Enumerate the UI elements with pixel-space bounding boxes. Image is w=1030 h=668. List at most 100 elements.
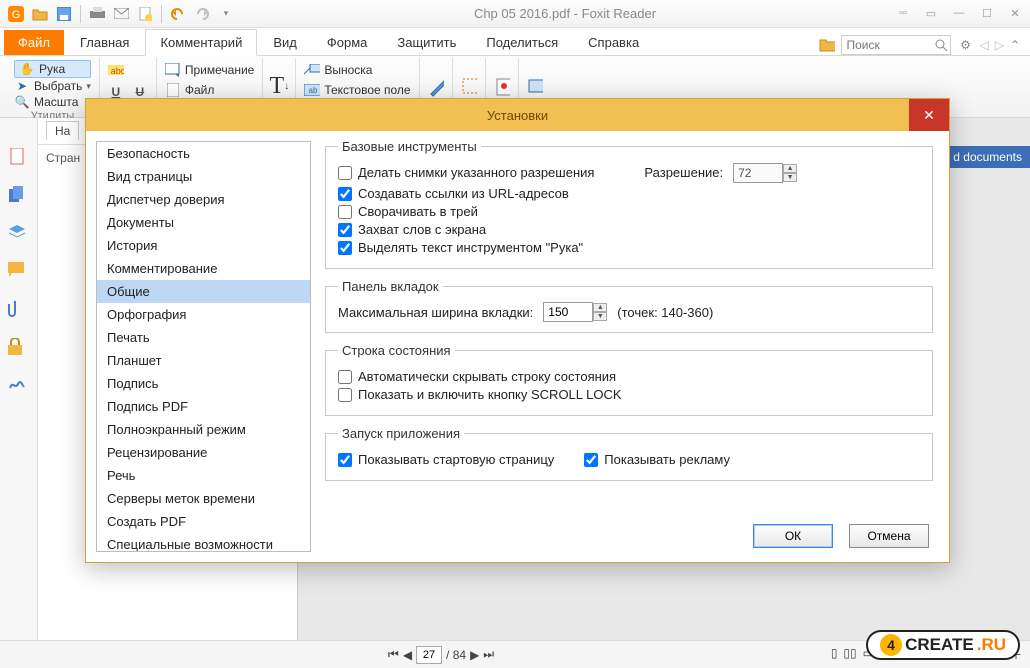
undo-icon[interactable] [168,4,188,24]
tab-share[interactable]: Поделиться [472,30,572,55]
prev-page-icon[interactable]: ◀ [403,648,412,662]
tool-attach[interactable]: Файл [165,80,254,100]
bg-banner: d documents [945,146,1030,168]
bookmarks-icon[interactable] [8,148,30,170]
view-single-icon[interactable]: ▯ [831,646,838,663]
chk-url-links[interactable] [338,187,352,201]
area-select-icon[interactable] [461,79,477,95]
category-item[interactable]: История [97,234,310,257]
group-launch: Запуск приложения Показывать стартовую с… [325,426,933,481]
maximize-icon[interactable]: ☐ [978,7,996,20]
category-item[interactable]: Комментирование [97,257,310,280]
minimize-icon[interactable]: — [950,7,968,20]
chk-startpage[interactable] [338,453,352,467]
mw-down-icon[interactable]: ▼ [593,312,607,321]
chk-snapshot[interactable] [338,166,352,180]
chk-autohide[interactable] [338,370,352,384]
tool-select[interactable]: ➤Выбрать▾ [14,78,91,94]
category-item[interactable]: Серверы меток времени [97,487,310,510]
tab-help[interactable]: Справка [574,30,653,55]
quick-access-toolbar: G ▾ Chp 05 2016.pdf - Foxit Reader ▫▫ ▭ … [0,0,1030,28]
ok-button[interactable]: ОК [753,524,833,548]
last-page-icon[interactable]: ⏭ [483,647,494,662]
watermark: 4 CREATE.RU [866,630,1020,660]
search-icon[interactable] [934,38,948,52]
dialog-close-button[interactable]: ✕ [909,99,949,131]
mw-up-icon[interactable]: ▲ [593,303,607,312]
chk-scrolllock[interactable] [338,388,352,402]
attachments-icon[interactable] [8,300,30,322]
help-icon[interactable]: ▭ [922,7,940,20]
chk-screenwords[interactable] [338,223,352,237]
group-status-legend: Строка состояния [338,343,455,358]
qat-dropdown-icon[interactable]: ▾ [216,4,236,24]
chk-tray[interactable] [338,205,352,219]
category-list[interactable]: БезопасностьВид страницыДиспетчер довери… [96,141,311,552]
lbl-maxwidth-hint: (точек: 140-360) [617,305,713,320]
category-item[interactable]: Диспетчер доверия [97,188,310,211]
tab-comment[interactable]: Комментарий [145,29,257,56]
hand-icon: ✋ [19,61,35,77]
category-item[interactable]: Орфография [97,303,310,326]
cancel-button[interactable]: Отмена [849,524,929,548]
first-page-icon[interactable]: ⏮ [388,647,399,662]
category-item[interactable]: Рецензирование [97,441,310,464]
tab-protect[interactable]: Защитить [383,30,470,55]
tool-highlight[interactable]: abc [108,60,148,80]
layers-icon[interactable] [8,224,30,246]
watermark-num: 4 [880,634,902,656]
input-maxwidth[interactable] [543,302,593,322]
settings-gear-icon[interactable]: ⚙ [957,37,973,53]
category-item[interactable]: Полноэкранный режим [97,418,310,441]
category-item[interactable]: Печать [97,326,310,349]
typewriter-icon[interactable]: T↓ [271,79,287,95]
tool-callout[interactable]: Выноска [304,60,410,80]
svg-text:ab: ab [309,86,318,95]
ribbon-collapse-icon[interactable]: ▫▫ [894,7,912,20]
redo-icon[interactable] [192,4,212,24]
tool-note[interactable]: Примечание [165,60,254,80]
signatures-icon[interactable] [8,376,30,398]
ribbon-pin-icon[interactable]: ⌃ [1010,38,1020,52]
stamp-icon[interactable] [494,79,510,95]
close-window-icon[interactable]: ✕ [1006,7,1024,20]
lbl-snapshot: Делать снимки указанного разрешения [358,165,594,180]
tab-home[interactable]: Главная [66,30,143,55]
nav-prev-icon[interactable]: ◁ [979,38,988,52]
category-item[interactable]: Подпись [97,372,310,395]
tab-file[interactable]: Файл [4,30,64,55]
new-icon[interactable] [135,4,155,24]
pages-icon[interactable] [8,186,30,208]
chk-ads[interactable] [584,453,598,467]
highlight-icon: abc [108,62,124,78]
nav-next-icon[interactable]: ▷ [995,38,1004,52]
email-icon[interactable] [111,4,131,24]
category-item[interactable]: Специальные возможности [97,533,310,552]
category-item[interactable]: Планшет [97,349,310,372]
category-item[interactable]: Вид страницы [97,165,310,188]
category-item[interactable]: Документы [97,211,310,234]
panel-tab-na[interactable]: На [46,121,79,140]
pencil-icon[interactable] [428,79,444,95]
category-item[interactable]: Общие [97,280,310,303]
tool-textbox[interactable]: abТекстовое поле [304,80,410,100]
category-item[interactable]: Создать PDF [97,510,310,533]
comments-panel-icon[interactable] [8,262,30,284]
chk-handselect[interactable] [338,241,352,255]
tool-scale[interactable]: 🔍Масшта [14,94,91,110]
tab-view[interactable]: Вид [259,30,311,55]
security-panel-icon[interactable] [8,338,30,360]
view-cont-icon[interactable]: ▯▯ [843,646,856,663]
save-icon[interactable] [54,4,74,24]
next-page-icon[interactable]: ▶ [470,648,479,662]
print-icon[interactable] [87,4,107,24]
category-item[interactable]: Безопасность [97,142,310,165]
open-icon[interactable] [30,4,50,24]
page-input[interactable] [416,646,442,664]
category-item[interactable]: Речь [97,464,310,487]
find-folder-icon[interactable] [819,37,835,53]
category-item[interactable]: Подпись PDF [97,395,310,418]
tool-hand[interactable]: ✋Рука [14,60,91,78]
tab-form[interactable]: Форма [313,30,382,55]
manage-comments-icon[interactable] [527,79,543,95]
